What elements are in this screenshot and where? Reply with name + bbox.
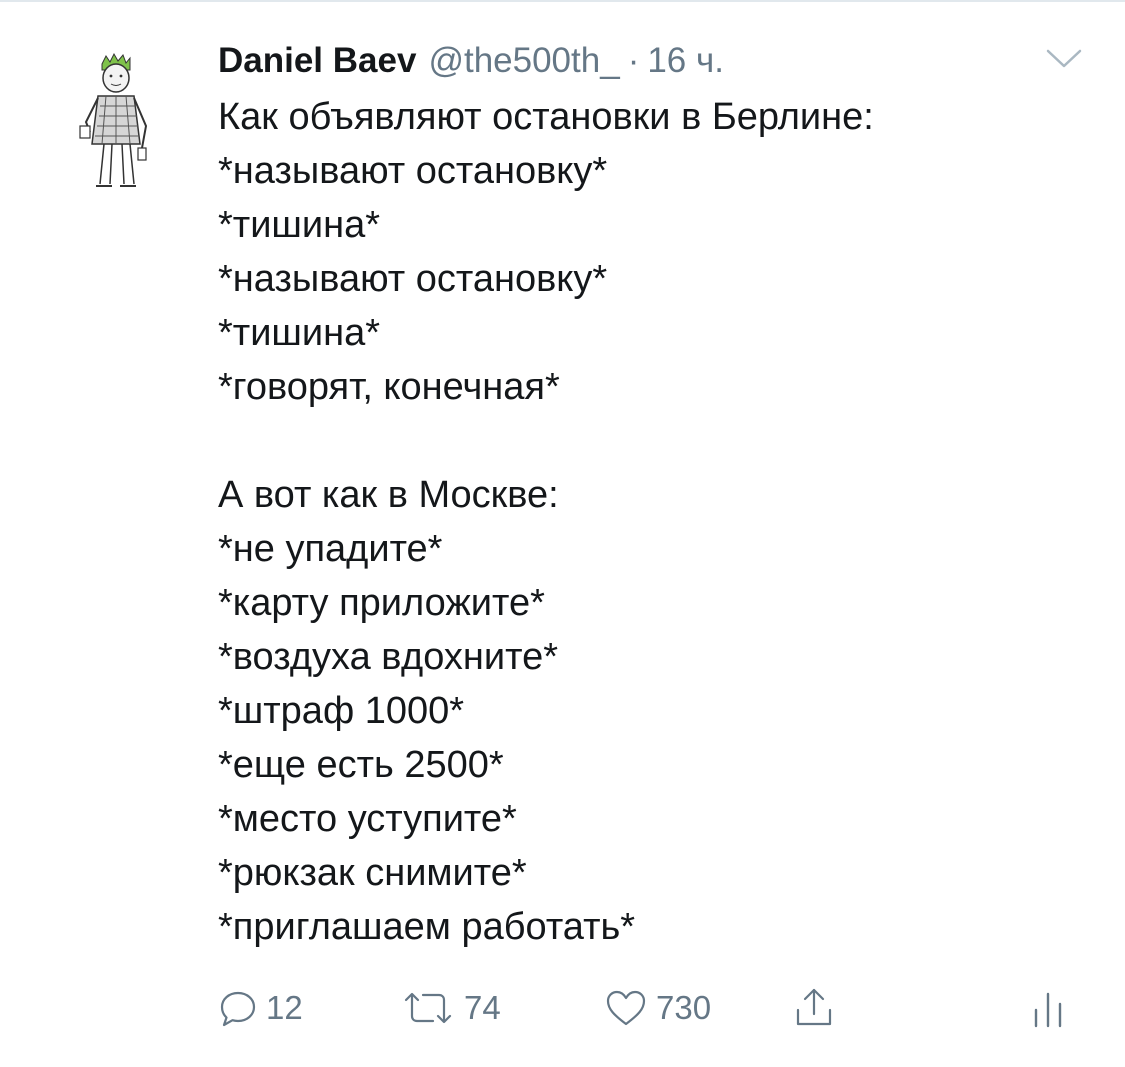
tweet-line: *называют остановку* xyxy=(218,150,608,192)
tweet-line: *штраф 1000* xyxy=(218,690,465,732)
tweet-line: *воздуха вдохните* xyxy=(218,636,559,678)
analytics-button[interactable] xyxy=(1030,978,1066,1038)
reply-count: 12 xyxy=(266,989,303,1026)
chevron-down-icon[interactable] xyxy=(1044,46,1084,72)
retweet-button[interactable]: 74 xyxy=(400,978,501,1038)
tweet-line: А вот как в Москве: xyxy=(218,474,559,516)
avatar[interactable] xyxy=(66,52,166,192)
tweet-line: *приглашаем работать* xyxy=(218,906,636,948)
like-button[interactable]: 730 xyxy=(604,978,711,1038)
author-name[interactable]: Daniel Baev xyxy=(218,41,416,81)
tweet-line: *тишина* xyxy=(218,204,381,246)
reply-icon xyxy=(218,988,258,1028)
tweet-line: *рюкзак снимите* xyxy=(218,852,527,894)
tweet-line: *говорят, конечная* xyxy=(218,366,560,408)
reply-button[interactable]: 12 xyxy=(218,978,303,1038)
analytics-icon xyxy=(1030,986,1066,1030)
retweet-icon xyxy=(400,988,456,1028)
tweet-line: *называют остановку* xyxy=(218,258,608,300)
retweet-count: 74 xyxy=(464,989,501,1026)
tweet-line: *тишина* xyxy=(218,312,381,354)
heart-icon xyxy=(604,988,648,1028)
share-icon xyxy=(792,986,836,1030)
tweet-line: *карту приложите* xyxy=(218,582,545,624)
tweet-header: Daniel Baev @the500th_ · 16 ч. xyxy=(218,36,724,86)
like-count: 730 xyxy=(656,989,712,1026)
avatar-drawing xyxy=(79,52,148,187)
share-button[interactable] xyxy=(792,978,836,1038)
tweet-text: Как объявляют остановки в Берлине: *назы… xyxy=(218,90,1098,954)
header-separator: · xyxy=(627,41,640,80)
tweet-line: *не упадите* xyxy=(218,528,443,570)
top-divider xyxy=(0,0,1125,2)
tweet-line: *место уступите* xyxy=(218,798,517,840)
author-handle[interactable]: @the500th_ xyxy=(428,41,619,81)
tweet-line: *еще есть 2500* xyxy=(218,744,504,786)
tweet-line: Как объявляют остановки в Берлине: xyxy=(218,96,874,138)
tweet-timestamp[interactable]: 16 ч. xyxy=(647,41,724,81)
tweet-actions: 12 74 730 xyxy=(0,978,1125,1038)
